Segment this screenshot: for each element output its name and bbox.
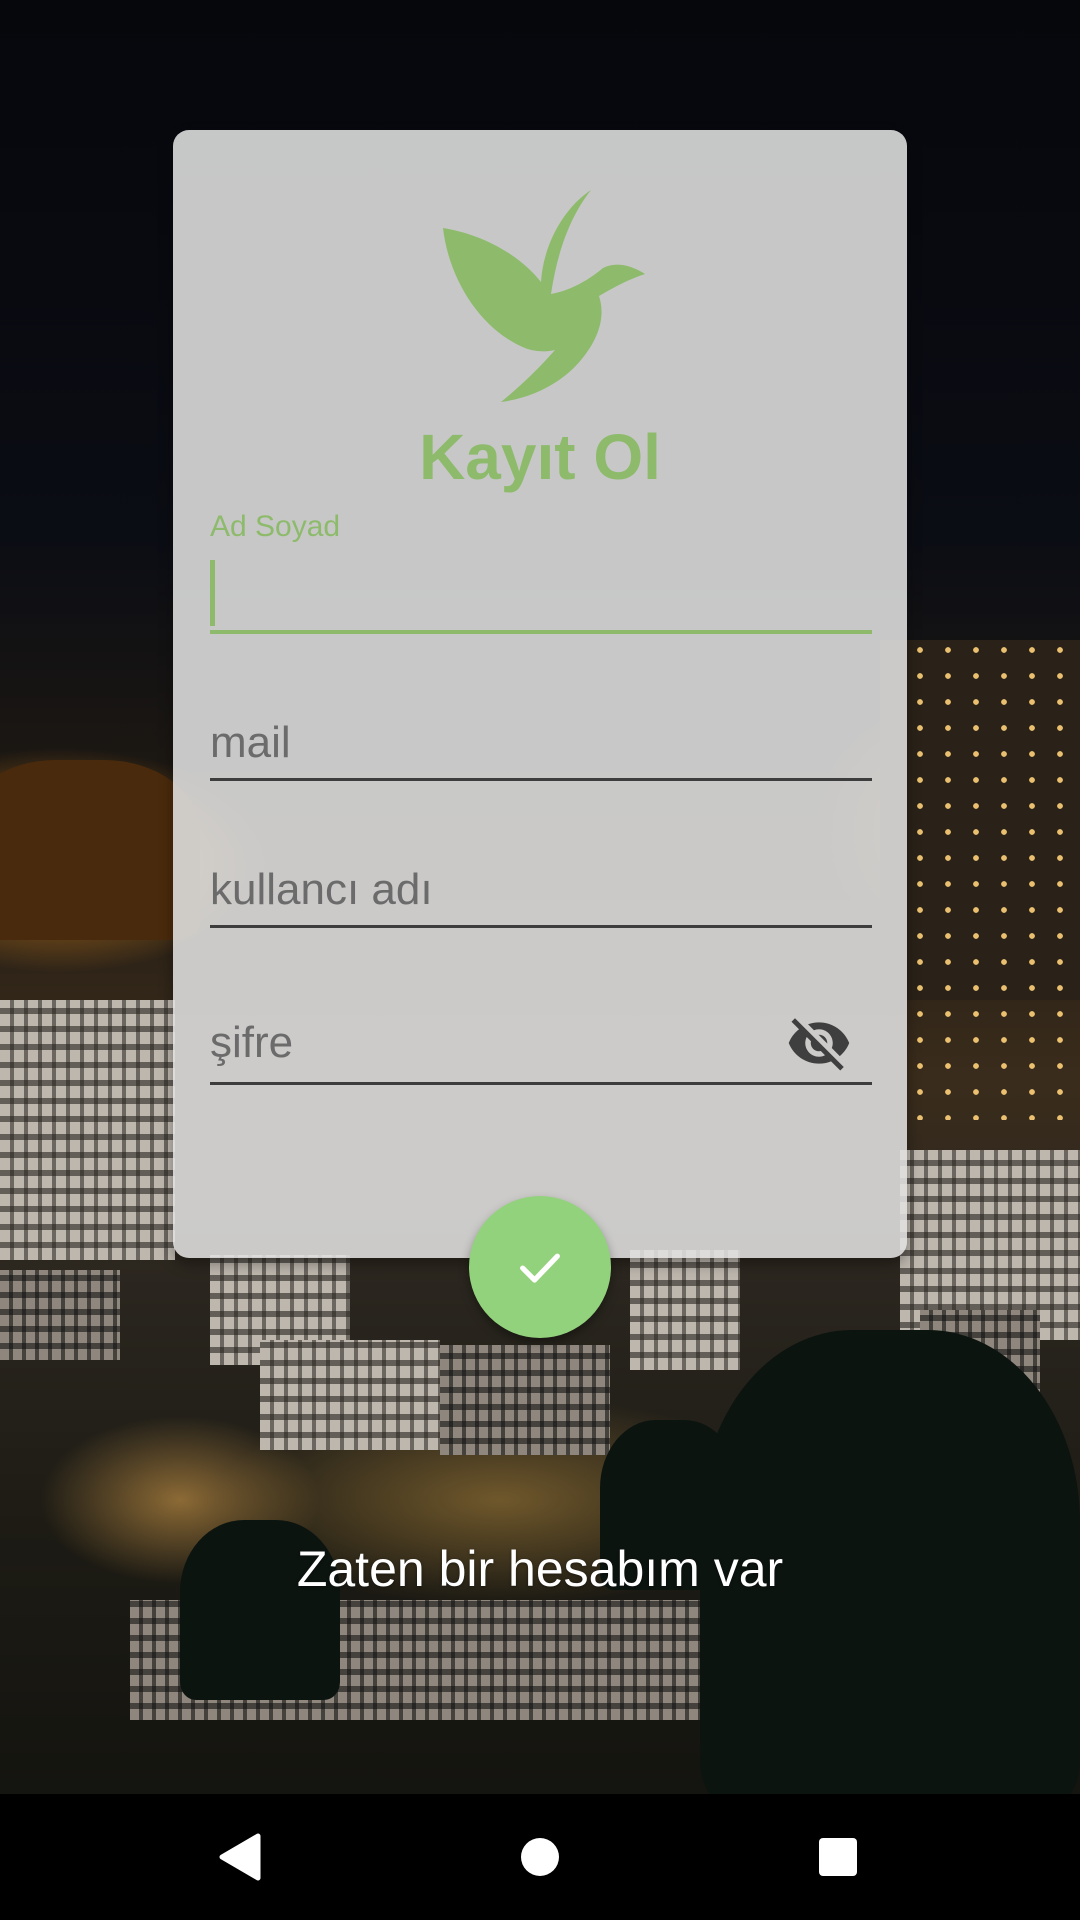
- password-underline: [210, 1082, 872, 1085]
- bg-lights: [910, 640, 1080, 1120]
- fullname-field[interactable]: Ad Soyad: [210, 508, 872, 636]
- system-nav-bar: [0, 1794, 1080, 1920]
- username-underline: [210, 925, 872, 928]
- bg-hill: [0, 760, 200, 940]
- bg-building: [260, 1340, 440, 1450]
- have-account-link[interactable]: Zaten bir hesabım var: [0, 1540, 1080, 1598]
- fullname-label: Ad Soyad: [210, 510, 341, 543]
- dove-logo-icon: [443, 190, 645, 402]
- password-input[interactable]: [210, 1008, 770, 1078]
- signup-card: Kayıt Ol Ad Soyad: [173, 130, 907, 1258]
- email-field[interactable]: [210, 708, 872, 788]
- bg-building: [0, 1000, 175, 1260]
- back-triangle-icon[interactable]: [206, 1824, 272, 1890]
- bg-building: [630, 1250, 740, 1370]
- bg-building: [440, 1345, 610, 1455]
- submit-button[interactable]: [469, 1196, 611, 1338]
- username-field[interactable]: [210, 855, 872, 935]
- text-cursor: [210, 560, 215, 626]
- fullname-underline: [210, 630, 872, 634]
- home-circle-icon[interactable]: [507, 1824, 573, 1890]
- check-icon: [520, 1253, 560, 1283]
- recents-square-icon[interactable]: [805, 1824, 871, 1890]
- email-input[interactable]: [210, 708, 872, 778]
- page-title: Kayıt Ol: [419, 421, 661, 493]
- email-underline: [210, 778, 872, 781]
- fullname-input[interactable]: [210, 560, 872, 626]
- eye-off-icon[interactable]: [786, 1010, 852, 1076]
- username-input[interactable]: [210, 855, 872, 925]
- bg-building: [0, 1270, 120, 1360]
- password-field[interactable]: [210, 1002, 872, 1092]
